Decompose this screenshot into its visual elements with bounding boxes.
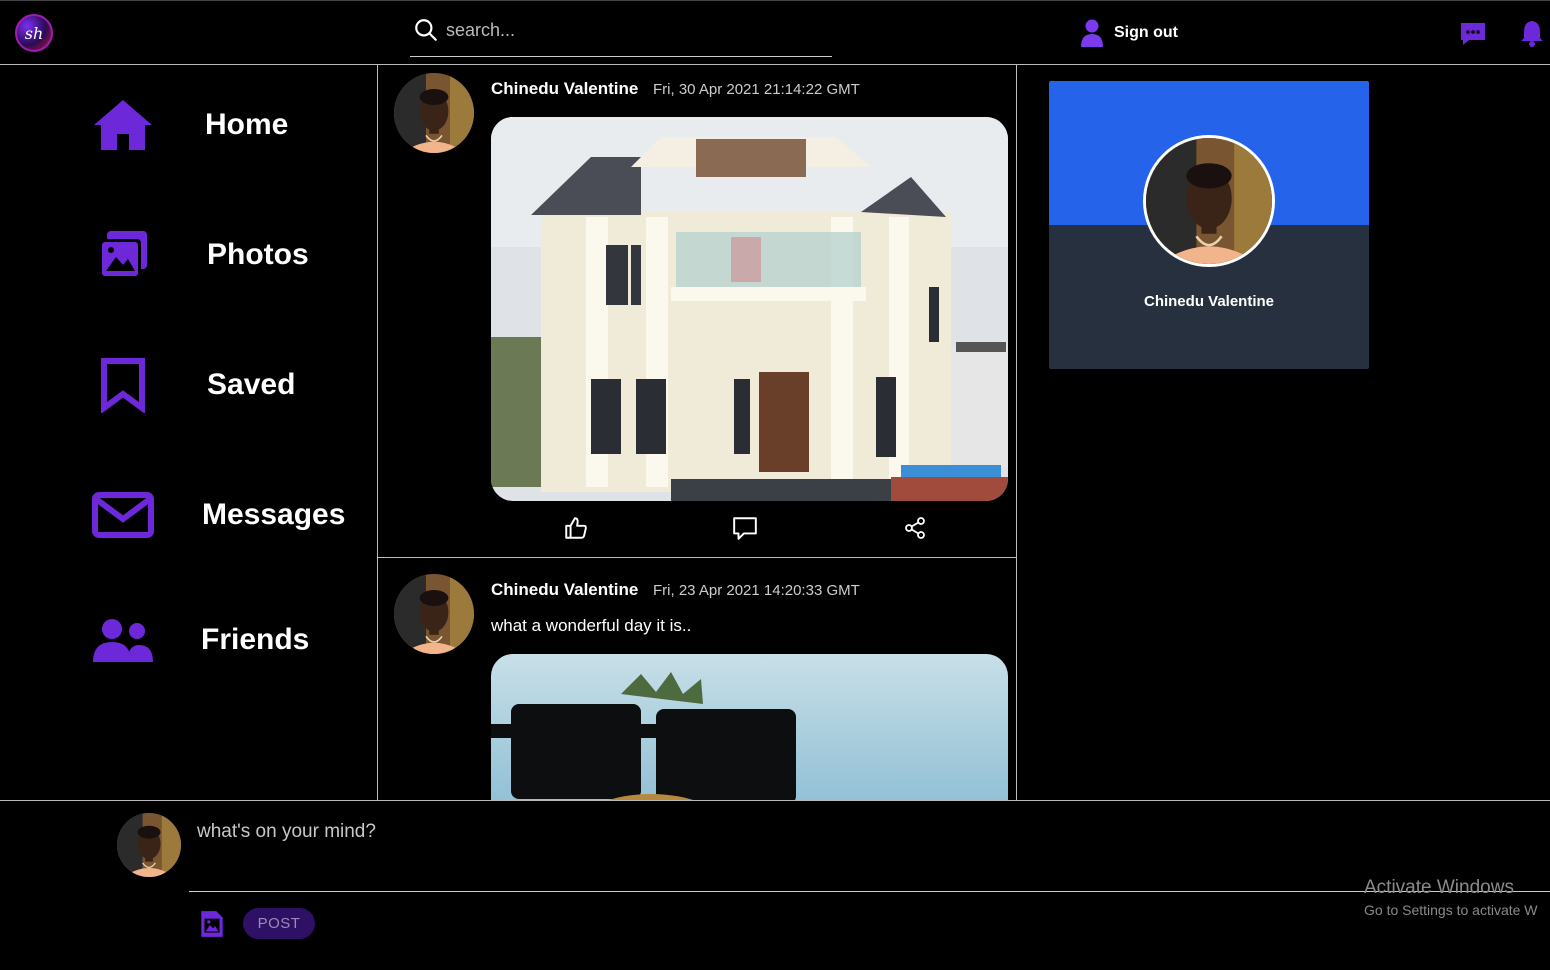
post-date: Fri, 30 Apr 2021 21:14:22 GMT (653, 81, 860, 98)
chat-icon[interactable] (1459, 21, 1487, 47)
profile-name[interactable]: Chinedu Valentine (1049, 293, 1369, 310)
composer-avatar (117, 813, 181, 877)
top-bar: sh Sign out (0, 0, 1550, 65)
like-icon[interactable] (563, 515, 589, 541)
sidebar-item-label: Home (205, 108, 289, 141)
search-bar (410, 13, 832, 57)
sidebar-item-label: Photos (207, 238, 309, 271)
post-date: Fri, 23 Apr 2021 14:20:33 GMT (653, 582, 860, 599)
search-input[interactable] (446, 17, 816, 43)
watermark-subtitle: Go to Settings to activate W (1364, 902, 1538, 918)
photos-icon (99, 231, 147, 279)
sign-out-label: Sign out (1114, 24, 1178, 41)
sidebar-item-label: Saved (207, 368, 296, 401)
profile-avatar[interactable] (1143, 135, 1275, 267)
users-icon (93, 619, 153, 662)
sidebar-item-label: Messages (202, 498, 346, 531)
os-activation-watermark: Activate Windows Go to Settings to activ… (1364, 877, 1538, 918)
app-logo[interactable]: sh (15, 14, 53, 52)
watermark-title: Activate Windows (1364, 877, 1514, 898)
post-input[interactable] (189, 821, 1489, 891)
feed: Chinedu Valentine Fri, 30 Apr 2021 21:14… (378, 65, 1017, 800)
comment-icon[interactable] (732, 515, 758, 541)
sidebar-item-messages[interactable]: Messages (90, 485, 345, 545)
author-avatar[interactable] (394, 574, 474, 654)
bookmark-icon (101, 358, 145, 413)
post-card: Chinedu Valentine Fri, 23 Apr 2021 14:20… (378, 558, 1016, 800)
post-text: what a wonderful day it is.. (491, 616, 692, 635)
bell-icon[interactable] (1520, 19, 1544, 47)
sidebar-item-saved[interactable]: Saved (90, 355, 295, 415)
post-actions (491, 515, 1008, 545)
home-icon (94, 100, 152, 150)
add-image-icon[interactable] (199, 909, 225, 939)
sidebar-item-photos[interactable]: Photos (90, 225, 309, 285)
post-author[interactable]: Chinedu Valentine (491, 580, 638, 600)
composer-divider (189, 891, 1550, 892)
post-button[interactable]: POST (243, 908, 315, 939)
user-icon (1081, 19, 1103, 47)
sidebar-item-label: Friends (201, 623, 310, 656)
post-image[interactable] (491, 654, 1008, 800)
envelope-icon (92, 492, 154, 538)
post-card: Chinedu Valentine Fri, 30 Apr 2021 21:14… (378, 65, 1016, 558)
post-composer: POST (0, 800, 1550, 970)
sign-out-button[interactable]: Sign out (1080, 19, 1178, 47)
sidebar: Home Photos Saved Messages Friends (0, 65, 378, 800)
post-author[interactable]: Chinedu Valentine (491, 79, 638, 99)
sidebar-item-friends[interactable]: Friends (90, 610, 309, 670)
profile-card: Chinedu Valentine (1049, 81, 1369, 369)
logo-text: sh (24, 23, 44, 43)
post-image[interactable] (491, 117, 1008, 501)
search-icon[interactable] (413, 17, 439, 43)
sidebar-item-home[interactable]: Home (90, 95, 288, 155)
author-avatar[interactable] (394, 73, 474, 153)
share-icon[interactable] (903, 515, 927, 541)
